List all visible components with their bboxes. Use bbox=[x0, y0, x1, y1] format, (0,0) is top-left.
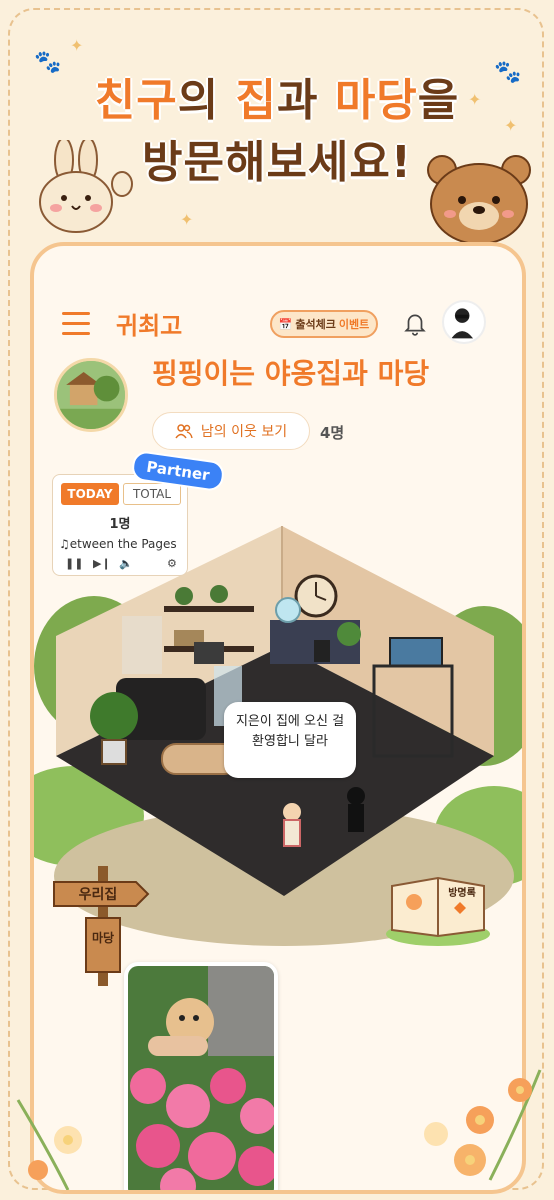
bear-illustration bbox=[427, 155, 531, 245]
bunny-illustration bbox=[39, 140, 133, 233]
house-title: 핑핑이는 야옹집과 마당 bbox=[152, 357, 430, 390]
flowers-decoration bbox=[424, 1069, 542, 1181]
phone-screen: 귀최고 📅 출석체크 이벤트 핑핑이는 야옹집과 마당 남의 이웃 보기 4명 … bbox=[30, 242, 526, 1194]
app-logo: 귀최고 bbox=[116, 312, 183, 340]
headline-line-1: 친구의 집과 마당을 bbox=[94, 75, 460, 126]
guestbook-button[interactable]: 방명록 bbox=[384, 860, 492, 950]
menu-icon[interactable] bbox=[62, 312, 90, 335]
calendar-icon: 📅 bbox=[278, 317, 293, 331]
tab-today[interactable]: TODAY bbox=[61, 483, 119, 505]
volume-icon[interactable]: 🔈 bbox=[119, 557, 133, 570]
sign-top-label: 우리집 bbox=[79, 886, 118, 903]
visitor-count: 1명 bbox=[109, 517, 131, 532]
bell-icon[interactable] bbox=[402, 310, 428, 336]
flowers-decoration bbox=[16, 1099, 82, 1190]
tab-total[interactable]: TOTAL bbox=[123, 483, 181, 505]
sparkle-icon: ✦ bbox=[180, 210, 194, 229]
view-neighbors-button[interactable]: 남의 이웃 보기 bbox=[152, 412, 310, 450]
house-profile-image[interactable] bbox=[54, 358, 128, 432]
now-playing-song: ♫etween the Pages bbox=[59, 537, 177, 551]
attendance-event-button[interactable]: 📅 출석체크 이벤트 bbox=[270, 310, 378, 338]
settings-icon[interactable]: ⚙ bbox=[167, 557, 177, 570]
users-icon bbox=[175, 424, 193, 439]
visitor-widget: TODAY TOTAL 1명 ♫etween the Pages ❚❚ ▶❙ 🔈… bbox=[52, 474, 188, 576]
app-bar: 귀최고 📅 출석체크 이벤트 bbox=[34, 296, 522, 352]
avatar[interactable] bbox=[442, 300, 486, 344]
sparkle-icon: ✦ bbox=[70, 36, 84, 55]
guestbook-label: 방명록 bbox=[448, 886, 476, 899]
neighbor-count: 4명 bbox=[320, 424, 345, 442]
music-controls: ❚❚ ▶❙ 🔈 ⚙ bbox=[63, 557, 179, 571]
sign-bottom-label: 마당 bbox=[92, 930, 114, 945]
speech-bubble: 지은이 집에 오신 걸 환영합니 달라 bbox=[224, 702, 356, 778]
pause-icon[interactable]: ❚❚ bbox=[65, 557, 83, 570]
photo-card[interactable] bbox=[124, 962, 278, 1190]
next-icon[interactable]: ▶❙ bbox=[93, 557, 111, 570]
